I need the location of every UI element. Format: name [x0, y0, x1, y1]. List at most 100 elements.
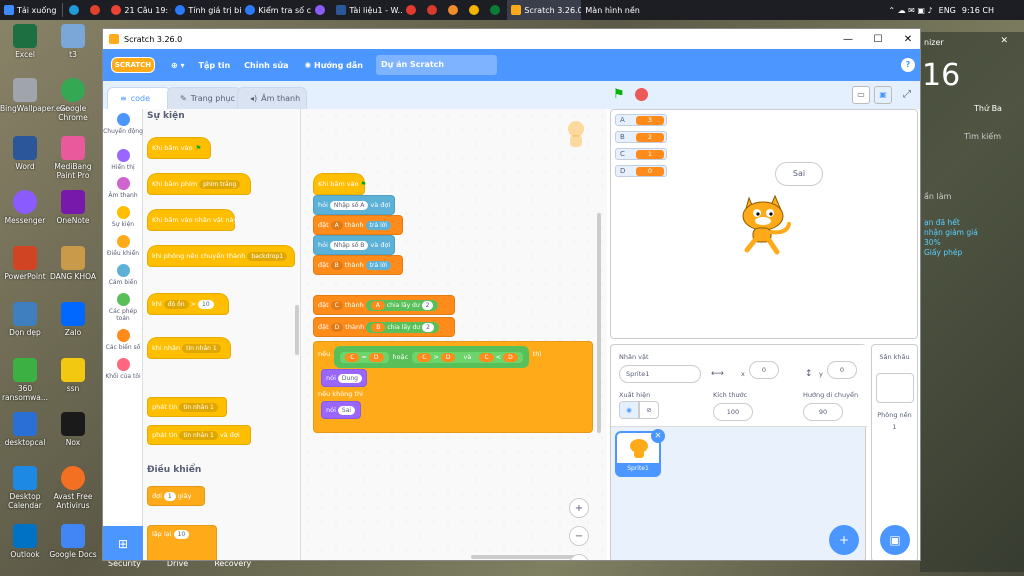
script-set-c[interactable]: đặt Cthành Achia lấy dư 2 — [313, 295, 455, 315]
stop-icon[interactable] — [635, 88, 648, 101]
tab-sounds[interactable]: ◂) Âm thanh — [237, 87, 307, 109]
block-dropdown[interactable]: tin nhắn 1 — [179, 430, 218, 440]
desktop-icon[interactable]: Google Chrome — [48, 78, 98, 122]
cat-sprite[interactable] — [735, 190, 795, 258]
script-ask-a[interactable]: hỏi Nhập số Avà đợi — [313, 195, 395, 215]
taskbar-item-doc3[interactable]: Kiểm tra số c... — [241, 0, 311, 20]
category-looks[interactable]: Hiển thị — [103, 149, 143, 171]
block-broadcast-wait[interactable]: phát tin tin nhắn 1 và đợi — [147, 425, 251, 445]
condition-or[interactable]: C = D hoặc C > D và C < D — [334, 346, 529, 368]
category-control[interactable]: Điều khiển — [103, 235, 143, 257]
taskbar-item-downloads[interactable]: Tải xuống — [0, 0, 60, 20]
desktop-icon[interactable]: Excel — [0, 24, 50, 59]
close-button[interactable]: ✕ — [893, 29, 920, 49]
desktop-icon[interactable]: Dọn dẹp — [0, 302, 50, 337]
taskbar-item-desktop[interactable]: Màn hình nền — [581, 0, 647, 20]
variable-reporter[interactable]: D — [503, 352, 518, 362]
script-set-b[interactable]: đặt Bthành trả lời — [313, 255, 403, 275]
desktop-icon[interactable]: Google Docs — [48, 524, 98, 559]
close-icon[interactable]: ✕ — [1000, 36, 1008, 46]
y-input[interactable]: 0 — [827, 361, 857, 379]
script-scrollbar-vertical[interactable] — [597, 213, 601, 433]
block-input[interactable]: 10 — [198, 299, 214, 309]
tray-icons[interactable]: ⌃ ☁ ✉ ▣ ♪ — [888, 6, 932, 15]
zoom-reset-button[interactable]: = — [569, 554, 589, 560]
block-when-loudness[interactable]: khi độ ồn >10 — [147, 293, 229, 315]
condition-eq[interactable]: C = D — [340, 351, 389, 363]
block-dropdown[interactable]: backdrop1 — [247, 251, 288, 261]
block-input[interactable]: 2 — [421, 300, 434, 310]
eye-off-icon[interactable]: ⊘ — [639, 401, 659, 419]
block-dropdown[interactable]: tin nhắn 1 — [182, 343, 221, 353]
app-icon[interactable] — [423, 0, 444, 20]
zoom-in-button[interactable]: + — [569, 498, 589, 518]
block-broadcast[interactable]: phát tin tin nhắn 1 — [147, 397, 227, 417]
block-reporter[interactable]: trả lời — [365, 220, 392, 230]
eye-icon[interactable]: ◉ — [619, 401, 639, 419]
block-input[interactable]: Nhập số B — [329, 240, 369, 250]
variable-reporter[interactable]: C — [345, 352, 360, 362]
block-input[interactable]: Nhập số A — [329, 200, 369, 210]
variable-reporter[interactable]: A — [370, 300, 385, 310]
minimize-button[interactable]: — — [833, 29, 863, 49]
category-motion[interactable]: Chuyển động — [103, 113, 143, 135]
desktop-icon[interactable]: Messenger — [0, 190, 50, 225]
taskbar-item-scratch[interactable]: Scratch 3.26.0 — [507, 0, 582, 20]
block-dropdown[interactable]: A — [330, 220, 343, 230]
fullscreen-icon[interactable]: ⤢ — [898, 86, 916, 104]
desktop-icon[interactable]: Word — [0, 136, 50, 171]
sprite-thumbnail[interactable]: Sprite1 ✕ — [615, 429, 665, 477]
block-dropdown[interactable]: phím trắng — [199, 179, 241, 189]
block-input[interactable]: 2 — [422, 322, 434, 332]
block-dropdown[interactable]: độ ồn — [163, 299, 189, 309]
script-if-else[interactable]: nếu C = D hoặc C > D và C < D thì — [313, 341, 593, 433]
block-when-sprite-clicked[interactable]: Khi bấm vào nhân vật này — [147, 209, 237, 231]
scratch-logo[interactable]: SCRATCH — [111, 57, 155, 73]
block-dropdown[interactable]: B — [330, 260, 343, 270]
messenger-icon[interactable] — [311, 0, 332, 20]
desktop-icon[interactable]: DANG KHOA — [48, 246, 98, 281]
green-flag-icon[interactable]: ⚑ — [613, 87, 625, 102]
desktop-icon[interactable]: Desktop Calendar — [0, 466, 50, 510]
desktop-icon[interactable]: OneNote — [48, 190, 98, 225]
size-input[interactable]: 100 — [713, 403, 753, 421]
desktop-icon[interactable]: MediBang Paint Pro — [48, 136, 98, 180]
block-when-backdrop-switches[interactable]: khi phông nền chuyển thành backdrop1 — [147, 245, 295, 267]
globe-icon[interactable]: ⊕ ▾ — [171, 61, 185, 70]
desktop-icon[interactable]: t3 — [48, 24, 98, 59]
category-events[interactable]: Sự kiện — [103, 206, 143, 228]
app-icon[interactable] — [402, 0, 423, 20]
block-dropdown[interactable]: tin nhắn 1 — [179, 402, 218, 412]
add-backdrop-button[interactable]: ▣ — [880, 525, 910, 555]
delete-icon[interactable]: ✕ — [651, 429, 665, 443]
script-say-dung[interactable]: nói Dung — [321, 369, 367, 387]
palette-scrollbar[interactable] — [295, 305, 299, 355]
condition-and[interactable]: C > D và C < D — [412, 351, 523, 363]
block-when-receive[interactable]: khi nhận tin nhắn 1 — [147, 337, 231, 359]
desktop-icon[interactable]: Avast Free Antivirus — [48, 466, 98, 510]
script-say-sai[interactable]: nói Sai — [321, 401, 361, 419]
app-icon[interactable] — [465, 0, 486, 20]
project-title-input[interactable]: Dự án Scratch — [376, 55, 497, 75]
panel-search[interactable]: Tìm kiếm — [964, 132, 1001, 141]
category-variables[interactable]: Các biến số — [103, 329, 143, 351]
block-input[interactable]: Dung — [337, 373, 362, 383]
variable-reporter[interactable]: C — [417, 352, 432, 362]
block-input[interactable]: 10 — [173, 530, 190, 539]
zoom-out-button[interactable]: − — [569, 526, 589, 546]
variable-reporter[interactable]: D — [440, 352, 456, 362]
add-extension-button[interactable]: ⊞ — [103, 526, 143, 560]
menu-file[interactable]: Tập tin — [199, 61, 231, 70]
taskbar-item-doc1[interactable]: 21 Câu 19: Đ... — [107, 0, 171, 20]
help-button[interactable]: ? — [901, 58, 915, 72]
desktop-icon[interactable]: Nox — [48, 412, 98, 447]
edge-icon[interactable] — [65, 0, 86, 20]
script-scrollbar-horizontal[interactable] — [471, 555, 581, 559]
tab-costumes[interactable]: ✎ Trang phục — [167, 87, 241, 109]
script-set-a[interactable]: đặt Athành trả lời — [313, 215, 403, 235]
maximize-button[interactable]: ☐ — [863, 29, 893, 49]
block-input[interactable]: 1 — [163, 491, 176, 501]
language-indicator[interactable]: ENG — [939, 6, 956, 15]
category-sound[interactable]: Âm thanh — [103, 177, 143, 199]
script-set-d[interactable]: đặt Dthành Bchia lấy dư 2 — [313, 317, 455, 337]
